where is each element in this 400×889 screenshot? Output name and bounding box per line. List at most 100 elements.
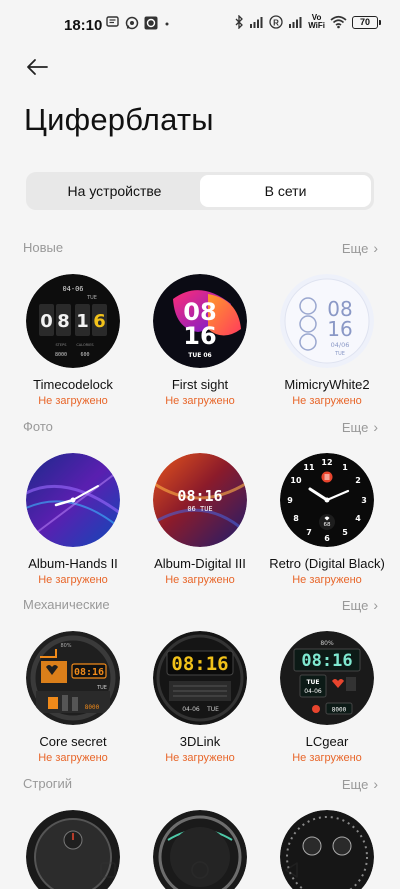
face-text: 08:16	[177, 487, 222, 505]
svg-text:1: 1	[342, 463, 348, 472]
whatsapp-icon	[125, 16, 139, 30]
arrow-left-icon	[27, 59, 48, 75]
watchface-preview: 08:16 04-06 TUE	[153, 631, 247, 725]
download-status: Не загружено	[165, 395, 235, 407]
download-status: Не загружено	[292, 752, 362, 764]
face-text: 08:16	[301, 651, 352, 671]
page-title: Циферблаты	[24, 102, 214, 137]
more-link[interactable]: Еще ›	[342, 240, 378, 256]
section-new: Новые Еще › 04-06 TUE 0 8 1 6 STEPS CALO…	[0, 240, 400, 420]
square-icon	[100, 861, 116, 878]
face-text: 1	[76, 311, 89, 332]
svg-text:6: 6	[324, 534, 330, 543]
battery-icon: 70	[352, 15, 381, 29]
face-text: TUE	[206, 706, 219, 713]
status-time: 18:10	[64, 17, 103, 34]
status-bar: 18:10 R Vo WiFi 70	[0, 0, 400, 46]
nav-back-button[interactable]	[281, 859, 303, 881]
download-status: Не загружено	[38, 574, 108, 586]
watchface-name: Timecodelock	[33, 377, 113, 392]
tab-online[interactable]: В сети	[200, 175, 371, 207]
dot-icon	[163, 16, 171, 30]
vowifi-icon: Vo WiFi	[308, 13, 325, 30]
face-text: 16	[327, 317, 352, 341]
more-link[interactable]: Еще ›	[342, 419, 378, 435]
watchface-name: Retro (Digital Black)	[269, 556, 385, 571]
watchface-first-sight[interactable]: 08 16 TUE 06 First sight Не загружено	[134, 274, 266, 407]
watchface-preview	[26, 453, 120, 547]
section-title: Фото	[23, 419, 53, 434]
nav-recents-button[interactable]	[97, 859, 119, 881]
face-text: 8000	[55, 352, 67, 358]
face-text: 8000	[85, 704, 100, 711]
svg-text:7: 7	[306, 528, 312, 537]
face-text: 16	[183, 322, 216, 350]
watchface-mimicrywhite2[interactable]: 08 16 04/06 TUE MimicryWhite2 Не загруже…	[261, 274, 393, 407]
face-text: 04-06	[304, 688, 322, 695]
watchface-core-secret[interactable]: 08:16 80% TUE 8000 Core secret Не загруж…	[7, 631, 139, 764]
watchface-album-digital-iii[interactable]: 08:16 06 TUE Album-Digital III Не загруж…	[134, 453, 266, 586]
watchface-name: Album-Hands II	[28, 556, 118, 571]
roaming-icon: R	[269, 15, 283, 29]
chevron-right-icon: ›	[373, 419, 378, 435]
watchface-name: First sight	[171, 377, 229, 392]
tab-on-device[interactable]: На устройстве	[29, 175, 200, 207]
chevron-right-icon: ›	[373, 776, 378, 792]
camera-app-icon	[144, 16, 158, 30]
wifi-icon	[330, 15, 347, 29]
watchface-preview: 08 16 TUE 06	[153, 274, 247, 368]
face-text: 80%	[60, 643, 71, 649]
watchface-preview: 08:16 80% TUE 8000	[26, 631, 120, 725]
watchface-3dlink[interactable]: 08:16 04-06 TUE 3DLink Не загружено	[134, 631, 266, 764]
watchface-timecodelock[interactable]: 04-06 TUE 0 8 1 6 STEPS CALORIES 8000 60…	[7, 274, 139, 407]
svg-text:10: 10	[290, 476, 302, 485]
face-text: 6	[93, 311, 106, 332]
face-text: 08:16	[74, 667, 104, 678]
message-icon	[106, 16, 120, 30]
more-link[interactable]: Еще ›	[342, 597, 378, 613]
watchface-lcgear[interactable]: 80% 08:16 TUE 04-06 8000 LCgear Не загру…	[261, 631, 393, 764]
chevron-right-icon: ›	[373, 597, 378, 613]
svg-text:8: 8	[293, 514, 299, 523]
triangle-back-icon	[285, 861, 298, 878]
watchface-preview: 12 1 2 3 4 5 6 7 8 9 10 11 68	[280, 453, 374, 547]
nav-home-button[interactable]	[189, 859, 211, 881]
face-text: 80%	[320, 640, 334, 647]
tab-switcher: На устройстве В сети	[26, 172, 374, 210]
svg-text:R: R	[273, 19, 279, 28]
section-title: Механические	[23, 597, 110, 612]
watchface-album-hands-ii[interactable]: Album-Hands II Не загружено	[7, 453, 139, 586]
svg-text:11: 11	[303, 463, 315, 472]
download-status: Не загружено	[38, 752, 108, 764]
download-status: Не загружено	[165, 574, 235, 586]
watchface-preview: 80% 08:16 TUE 04-06 8000	[280, 631, 374, 725]
watchface-name: Core secret	[39, 734, 107, 749]
section-title: Новые	[23, 240, 64, 255]
watchface-name: LCgear	[305, 734, 349, 749]
watchface-retro-digital-black[interactable]: 12 1 2 3 4 5 6 7 8 9 10 11 68 Retro (Dig…	[261, 453, 393, 586]
watchface-preview: 08 16 04/06 TUE	[280, 274, 374, 368]
face-text: 68	[324, 522, 331, 528]
section-mechanical: Механические Еще › 08:16 80% TUE 8000 Co…	[0, 597, 400, 777]
watchface-name: 3DLink	[179, 734, 221, 749]
circle-icon	[191, 860, 209, 879]
face-text: 08:16	[171, 653, 228, 675]
back-button[interactable]	[22, 52, 54, 82]
more-link[interactable]: Еще ›	[342, 776, 378, 792]
face-text: TUE	[334, 351, 345, 357]
face-text: CALORIES	[76, 343, 94, 347]
face-text: 04-06	[182, 706, 200, 713]
face-text: 04/06	[331, 341, 350, 349]
download-status: Не загружено	[38, 395, 108, 407]
svg-text:3: 3	[361, 496, 367, 505]
download-status: Не загружено	[292, 574, 362, 586]
watchface-name: Album-Digital III	[154, 556, 246, 571]
face-text: TUE	[96, 685, 107, 691]
section-title: Строгий	[23, 776, 73, 791]
face-text: 0	[40, 311, 53, 332]
face-text: TUE	[86, 295, 97, 301]
face-text: 8	[57, 311, 70, 332]
svg-text:9: 9	[287, 496, 293, 505]
face-text: TUE 06	[188, 352, 212, 359]
svg-text:2: 2	[355, 476, 361, 485]
